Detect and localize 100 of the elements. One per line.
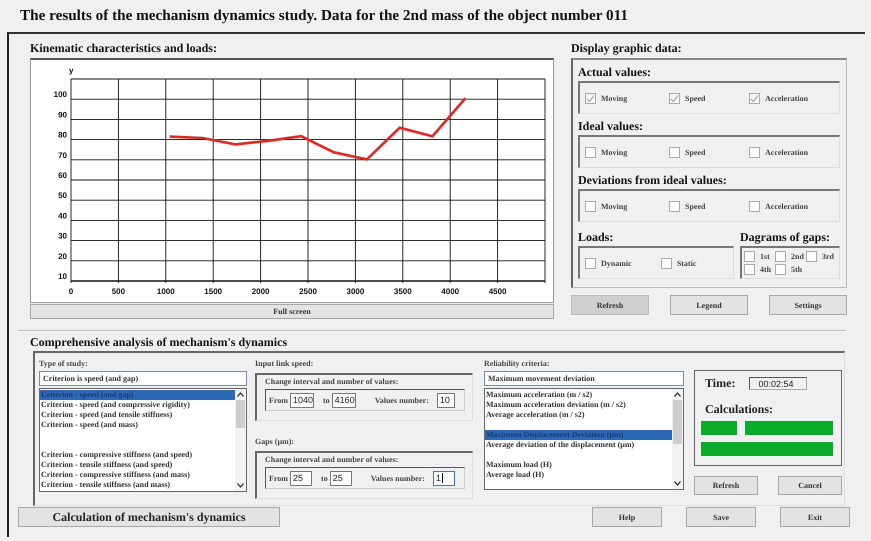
checkbox-option[interactable]: Moving [585,92,669,104]
checkbox-option[interactable]: Dynamic [585,258,661,268]
checkbox[interactable] [669,200,680,212]
checkbox[interactable] [585,258,596,268]
checkbox-option[interactable]: Speed [669,146,749,158]
footer-button[interactable]: Save [686,507,756,527]
checkbox-option[interactable]: 3rd [806,251,837,262]
footer-button[interactable]: Exit [780,507,850,527]
y-tick-label: 30 [58,232,67,241]
checkbox[interactable] [669,92,680,104]
checkbox-option[interactable]: Acceleration [749,146,839,158]
y-tick-label: 90 [58,110,67,120]
list-item[interactable]: Criterion - speed (and compressive rigidity) [40,400,235,410]
list-item[interactable]: Maximum acceleration deviation (m / s2) [485,400,672,410]
action-button[interactable]: Refresh [694,476,758,495]
scroll-thumb[interactable] [673,400,682,444]
x-tick-label: 4500 [488,287,506,296]
time-label: Time: [705,376,736,391]
y-tick-label: 70 [58,150,67,160]
y-tick-label: 50 [58,191,67,200]
input-field[interactable]: 1 [432,470,455,486]
input-field[interactable]: 1040 [290,392,314,408]
checkbox[interactable] [775,251,786,262]
x-tick-label: 1000 [156,287,175,296]
list-item[interactable]: Criterion - compressive stiffness (and mass) [40,470,235,480]
input-field[interactable]: 25 [290,470,312,486]
input-field[interactable]: 25 [330,470,352,486]
list-item[interactable]: Maximum acceleration (m / s2) [485,390,672,400]
checkbox-option[interactable]: 2nd [775,251,806,262]
x-tick-label: 3500 [394,287,412,296]
checkbox-option[interactable]: Speed [669,200,749,212]
list-item[interactable]: Criterion - compressive stiffness (and speed) [40,450,235,460]
checkbox[interactable] [749,92,760,104]
window-title: The results of the mechanism dynamics study. Data for the 2nd mass of the object number 011 [19,6,629,26]
scroll-down-icon[interactable] [237,483,244,488]
panel-button[interactable]: Settings [769,295,847,315]
footer-button[interactable]: Help [592,507,662,527]
checkbox[interactable] [585,200,596,212]
checkbox[interactable] [744,264,755,275]
checkbox[interactable] [749,146,760,158]
checkbox[interactable] [806,251,817,262]
scrollbar[interactable] [235,389,246,491]
input-field[interactable]: 10 [436,392,455,408]
checkbox[interactable] [775,264,786,275]
study-type-dropdown[interactable]: Criterion is speed (and gap) [39,371,247,386]
checkbox-option[interactable]: Acceleration [749,92,839,104]
scroll-up-icon[interactable] [237,392,244,397]
list-item[interactable]: Average load (H) [485,470,672,480]
y-tick-label: 100 [54,90,67,100]
section-title: Kinematic characteristics and loads: [30,41,218,57]
checkbox[interactable] [660,258,672,268]
field-label: From [269,396,288,404]
checkbox[interactable] [585,92,596,104]
list-item[interactable]: Criterion - tensile stiffness (and speed) [40,460,235,470]
panel-button[interactable]: Refresh [571,295,649,315]
group-title: Deviations from ideal values: [578,173,728,187]
time-field: 00:02:54 [749,377,808,390]
x-tick-label: 2000 [252,287,270,296]
x-tick-label: 500 [112,287,126,296]
list-item[interactable]: Criterion - speed (and tensile stiffness) [40,410,235,420]
checkbox[interactable] [744,251,755,262]
input-field[interactable]: 4160 [332,392,356,408]
action-button[interactable]: Cancel [778,476,842,495]
checkbox-option[interactable]: 5th [775,264,806,275]
field-label: Values number: [370,474,425,482]
checkbox-option[interactable]: Speed [669,92,749,104]
group-title: Loads: [578,230,614,244]
list-item[interactable]: Criterion - speed (and mass) [40,420,235,430]
checkbox-option[interactable]: 4th [744,264,775,275]
checkbox[interactable] [585,146,596,158]
scrollbar[interactable] [672,389,683,489]
checkbox-option[interactable]: Acceleration [749,200,839,212]
list-item[interactable]: Average deviation of the displacement (µm) [485,440,672,450]
scroll-down-icon[interactable] [674,481,681,486]
y-axis-label: y [69,66,74,75]
criteria-dropdown[interactable]: Maximum movement deviation [484,371,684,386]
list-item[interactable]: Average acceleration (m / s2) [485,410,672,420]
x-tick-label: 0 [68,287,74,296]
checkbox-option[interactable]: Static [660,258,733,268]
full-screen-button[interactable]: Full screen [30,304,554,319]
x-tick-label: 3000 [346,287,364,296]
list-item[interactable]: Maximum load (H) [485,460,672,470]
x-tick-label: 1500 [204,287,222,296]
y-tick-label: 10 [58,272,67,281]
field-label: to [321,474,328,482]
checkbox[interactable] [669,146,680,158]
y-tick-label: 40 [58,211,67,220]
checkbox[interactable] [749,200,760,212]
y-tick-label: 60 [58,171,67,180]
checkbox-option[interactable]: Moving [585,146,669,158]
scroll-up-icon[interactable] [674,392,681,397]
field-label: Values number: [374,396,429,404]
scroll-thumb[interactable] [236,400,245,428]
checkbox-option[interactable]: Moving [585,200,669,212]
checkbox-option[interactable]: 1st [744,251,775,262]
field-label: Input link speed: [255,359,314,370]
section-title: Display graphic data: [571,41,683,57]
list-item[interactable]: Criterion - tensile stiffness (and mass) [40,480,235,490]
panel-button[interactable]: Legend [670,295,748,315]
calculate-button[interactable]: Calculation of mechanism's dynamics [18,507,280,527]
